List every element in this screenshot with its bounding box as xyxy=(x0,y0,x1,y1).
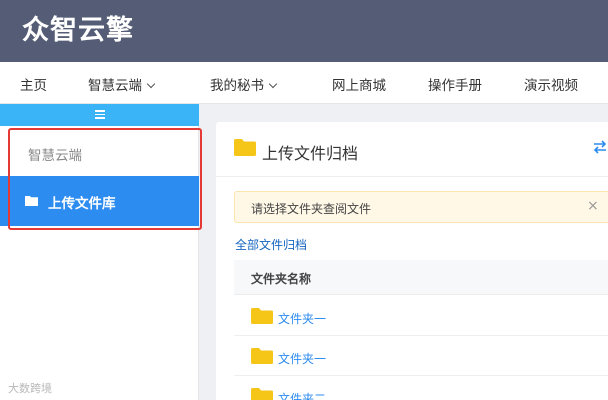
nav-item-my-secretary[interactable]: 我的秘书 xyxy=(210,74,278,94)
nav-item-demo-video[interactable]: 演示视频 xyxy=(524,74,578,94)
info-alert: 请选择文件夹查阅文件 × xyxy=(234,191,608,223)
table-row[interactable]: 文件夹二 xyxy=(234,376,608,400)
folder-link[interactable]: 文件夹二 xyxy=(278,390,326,400)
column-header-folder-name: 文件夹名称 xyxy=(251,272,312,286)
highlight-annotation xyxy=(8,128,202,230)
close-icon[interactable]: × xyxy=(587,198,599,214)
table-row[interactable]: 文件夹一 xyxy=(234,336,608,376)
app-logo[interactable]: 众智云擎 xyxy=(22,8,134,47)
folder-icon xyxy=(234,139,256,156)
nav-item-home[interactable]: 主页 xyxy=(20,74,47,94)
folder-icon xyxy=(251,388,273,400)
nav-item-online-mall[interactable]: 网上商城 xyxy=(332,74,386,94)
watermark: 大数跨境 xyxy=(8,382,52,395)
table-row[interactable]: 文件夹一 xyxy=(234,296,608,336)
swap-icon[interactable] xyxy=(592,139,608,155)
alert-text: 请选择文件夹查阅文件 xyxy=(251,202,372,216)
table-header: 文件夹名称 xyxy=(234,260,608,295)
nav-item-manual[interactable]: 操作手册 xyxy=(428,74,482,94)
nav-item-smart-cloud[interactable]: 智慧云端 xyxy=(88,74,156,94)
page-title: 上传文件归档 xyxy=(262,144,359,163)
folder-icon xyxy=(251,308,273,324)
chevron-down-icon xyxy=(268,79,278,89)
sidebar-toggle[interactable] xyxy=(0,104,199,126)
app-header: 众智云擎 xyxy=(0,0,608,62)
folder-icon xyxy=(251,348,273,364)
breadcrumb[interactable]: 全部文件归档 xyxy=(235,236,307,253)
main-nav: 主页 智慧云端 我的秘书 网上商城 操作手册 演示视频 xyxy=(0,62,608,104)
folder-link[interactable]: 文件夹一 xyxy=(278,350,326,367)
panel-header: 上传文件归档 xyxy=(216,122,608,177)
folder-link[interactable]: 文件夹一 xyxy=(278,310,326,327)
chevron-down-icon xyxy=(146,79,156,89)
menu-icon xyxy=(95,110,105,120)
file-archive-panel: 上传文件归档 请选择文件夹查阅文件 × 全部文件归档 文件夹名称 文件夹一 文件… xyxy=(216,122,608,400)
